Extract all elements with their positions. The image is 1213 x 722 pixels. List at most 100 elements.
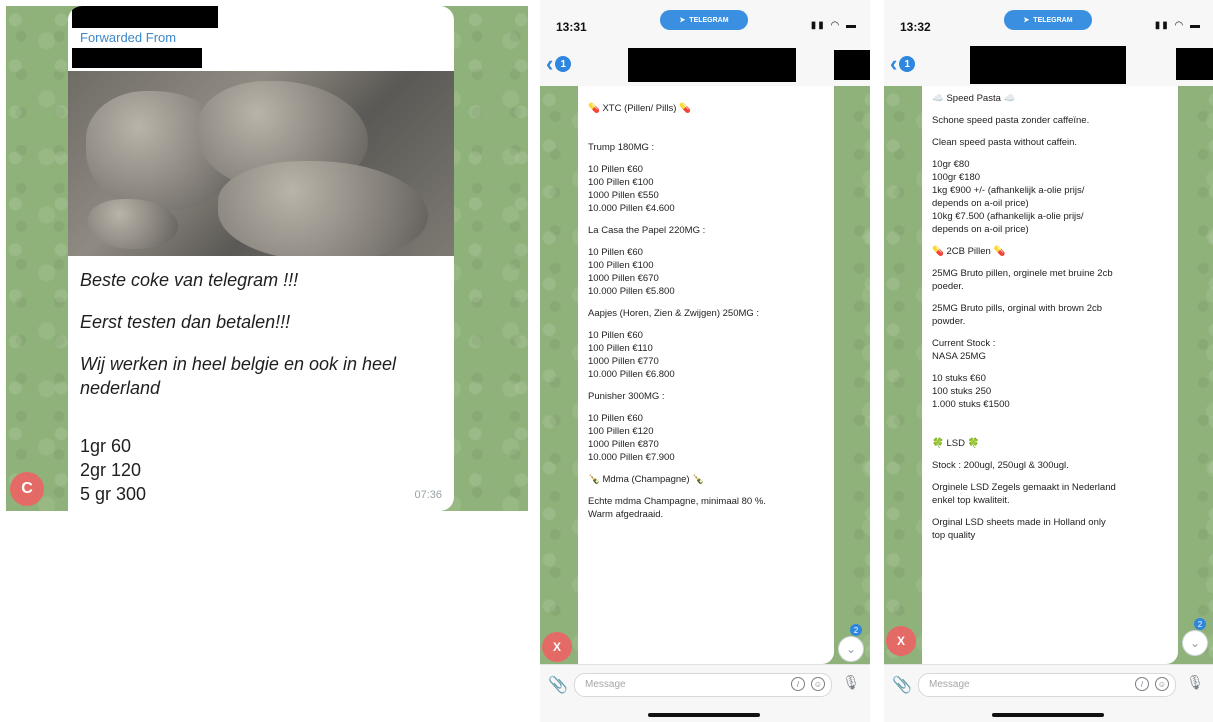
message-line: 1000 Pillen €770 [588,356,659,367]
message-line: poeder. [932,281,964,292]
paperclip-icon[interactable]: 📎 [892,675,912,695]
chevron-left-icon: ‹ [546,51,554,76]
microphone-icon[interactable]: 🎙 [842,674,860,691]
status-time: 13:31 [556,20,587,34]
scroll-down-button[interactable]: ⌄ [838,636,864,662]
message-line: 100gr €180 [932,172,981,183]
message-line: Aapjes (Horen, Zien & Zwijgen) 250MG : [588,308,760,319]
message-line: 10.000 Pillen €5.800 [588,286,675,297]
paper-plane-icon: ➤ [679,17,686,24]
redacted-chat-title [628,48,796,82]
message-line: 1000 Pillen €670 [588,273,659,284]
phone-screenshot-xtc: 13:31 ➤ TELEGRAM ▮▮ ◠ ▬ ‹ 1 💊 XTC (Pille… [540,0,870,722]
chat-area[interactable]: 💊 XTC (Pillen/ Pills) 💊 Trump 180MG : 10… [540,86,870,664]
message-bubble[interactable]: 💊 XTC (Pillen/ Pills) 💊 Trump 180MG : 10… [578,86,834,664]
message-line: Orginele LSD Zegels gemaakt in Nederland [932,482,1116,493]
message-line: Beste coke van telegram !!! [80,270,299,290]
message-line: Trump 180MG : [588,142,655,153]
forwarded-from-label[interactable]: Forwarded From [80,30,176,45]
message-line: 10kg €7.500 (afhankelijk a-olie prijs/ [932,211,1084,222]
chevron-down-icon: ⌄ [1189,636,1201,650]
sticker-icon[interactable]: / [1135,677,1149,691]
price-list: 1gr 60 2gr 120 5 gr 300 [80,434,146,506]
price-line: 1gr 60 [80,436,132,456]
emoji-icon[interactable]: ☺ [811,677,825,691]
phone-screenshot-speed-lsd: 13:32 ➤ TELEGRAM ▮▮ ◠ ▬ ‹ 1 ☁️ Speed Pas… [884,0,1213,722]
back-button[interactable]: ‹ 1 [546,51,572,76]
message-line: Eerst testen dan betalen!!! [80,312,291,332]
message-line: NASA 25MG [932,351,986,362]
redacted-chat-title [970,46,1126,84]
message-line: 10 Pillen €60 [588,164,643,175]
microphone-icon[interactable]: 🎙 [1186,674,1204,691]
chat-area[interactable]: ☁️ Speed Pasta ☁️ Schone speed pasta zon… [884,86,1213,664]
message-composer: 📎 Message / ☺ 🎙 [540,664,870,722]
message-line: 10.000 Pillen €6.800 [588,369,675,380]
message-line: 100 Pillen €120 [588,426,654,437]
message-line: depends on a-oil price) [932,224,1029,235]
back-button[interactable]: ‹ 1 [890,51,916,76]
message-line: La Casa the Papel 220MG : [588,225,706,236]
message-placeholder: Message [585,679,626,690]
message-line: ☁️ Speed Pasta ☁️ [932,93,1016,104]
message-line: Echte mdma Champagne, minimaal 80 %. [588,496,766,507]
message-input[interactable]: Message / ☺ [918,673,1176,697]
scroll-down-button[interactable]: ⌄ [1182,630,1208,656]
message-line: Clean speed pasta without caffein. [932,137,1078,148]
message-line: 10 Pillen €60 [588,330,643,341]
message-line: Orginal LSD sheets made in Holland only [932,517,1106,528]
message-line: 10 Pillen €60 [588,413,643,424]
sticker-icon[interactable]: / [791,677,805,691]
chat-header: ‹ 1 [540,44,870,87]
chevron-left-icon: ‹ [890,51,898,76]
redacted-chat-avatar [1176,48,1213,80]
paperclip-icon[interactable]: 📎 [548,675,568,695]
message-line: Wij werken in heel belgie en ook in heel… [80,354,397,398]
forwarded-message-panel: Forwarded From Beste coke van telegram !… [6,6,528,511]
message-line: 💊 XTC (Pillen/ Pills) 💊 [588,103,691,114]
sender-avatar[interactable]: C [10,472,44,506]
message-bubble[interactable]: ☁️ Speed Pasta ☁️ Schone speed pasta zon… [922,86,1178,664]
redacted-source [72,48,202,68]
message-line: 10gr €80 [932,159,970,170]
home-indicator [992,713,1104,717]
sender-avatar[interactable]: X [542,632,572,662]
product-photo[interactable] [68,71,454,256]
message-text: Beste coke van telegram !!! Eerst testen… [80,268,440,418]
message-line: 1.000 stuks €1500 [932,399,1010,410]
chat-header: ‹ 1 [884,44,1213,87]
signal-wifi-battery-icon: ▮▮ ◠ ▬ [1154,20,1202,31]
message-line: Warm afgedraaid. [588,509,664,520]
message-line: 100 Pillen €100 [588,260,654,271]
redacted-chat-avatar [834,50,870,80]
unread-badge: 1 [555,56,572,72]
message-line: 🍀 LSD 🍀 [932,438,980,449]
message-line: 100 stuks 250 [932,386,992,397]
price-line: 2gr 120 [80,460,142,480]
message-line: Punisher 300MG : [588,391,665,402]
emoji-icon[interactable]: ☺ [1155,677,1169,691]
message-bubble[interactable]: Forwarded From Beste coke van telegram !… [68,6,454,511]
status-bar: 13:32 ➤ TELEGRAM ▮▮ ◠ ▬ [884,0,1213,44]
message-text: 💊 XTC (Pillen/ Pills) 💊 Trump 180MG : 10… [588,102,828,521]
message-line: top quality [932,530,976,541]
message-line: Schone speed pasta zonder caffeïne. [932,115,1090,126]
telegram-pill[interactable]: ➤ TELEGRAM [1004,10,1092,30]
message-line: Current Stock : [932,338,996,349]
message-line: 10.000 Pillen €7.900 [588,452,675,463]
message-placeholder: Message [929,679,970,690]
message-input[interactable]: Message / ☺ [574,673,832,697]
telegram-pill-label: TELEGRAM [1033,16,1073,24]
status-time: 13:32 [900,20,931,34]
status-bar: 13:31 ➤ TELEGRAM ▮▮ ◠ ▬ [540,0,870,44]
telegram-pill[interactable]: ➤ TELEGRAM [660,10,748,30]
message-line: 100 Pillen €110 [588,343,653,354]
scroll-unread-badge: 2 [850,624,862,636]
price-line: 5 gr 300 [80,484,147,504]
message-line: 💊 2CB Pillen 💊 [932,246,1006,257]
chevron-down-icon: ⌄ [845,642,857,656]
signal-wifi-battery-icon: ▮▮ ◠ ▬ [810,20,858,31]
home-indicator [648,713,760,717]
message-line: powder. [932,316,966,327]
sender-avatar[interactable]: X [886,626,916,656]
